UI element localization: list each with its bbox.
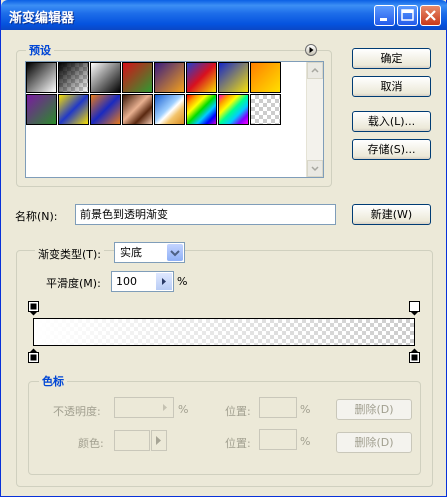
window-title: 渐变编辑器 xyxy=(9,11,75,26)
color-stops-group xyxy=(28,381,421,475)
presets-label: 预设 xyxy=(26,42,54,58)
preset-swatch[interactable] xyxy=(186,94,217,125)
preset-swatch[interactable] xyxy=(218,94,249,125)
maximize-button[interactable] xyxy=(397,5,418,26)
chevron-down-icon xyxy=(170,250,180,257)
color-stop-icon xyxy=(28,348,39,363)
opacity-input[interactable] xyxy=(114,397,174,418)
preset-swatch[interactable] xyxy=(122,94,153,125)
gradient-type-select[interactable]: 实底 xyxy=(114,242,185,263)
opacity-stop-icon xyxy=(28,301,39,316)
smoothness-slider-button[interactable] xyxy=(156,273,172,290)
save-button[interactable]: 存储(S)... xyxy=(352,139,431,160)
scroll-down-button[interactable] xyxy=(307,160,323,177)
preset-swatch[interactable] xyxy=(154,62,185,93)
delete-color-stop-button[interactable]: 删除(D) xyxy=(336,432,412,453)
opacity-position-unit: % xyxy=(300,403,311,416)
delete-opacity-stop-button[interactable]: 删除(D) xyxy=(336,399,412,420)
smoothness-input[interactable]: 100 xyxy=(111,271,174,292)
color-menu-button[interactable] xyxy=(151,430,167,451)
opacity-position-label: 位置: xyxy=(225,405,251,418)
preset-swatch[interactable] xyxy=(90,62,121,93)
cancel-button[interactable]: 取消 xyxy=(352,76,431,97)
color-label: 颜色: xyxy=(78,437,104,450)
presets-scrollbar[interactable] xyxy=(306,62,323,177)
color-swatch[interactable] xyxy=(114,430,150,451)
new-button[interactable]: 新建(W) xyxy=(352,204,431,225)
name-input[interactable]: 前景色到透明渐变 xyxy=(75,204,336,225)
color-position-unit: % xyxy=(300,435,311,448)
color-stop-icon xyxy=(409,348,420,363)
opacity-unit: % xyxy=(178,403,189,416)
preset-swatch[interactable] xyxy=(250,94,281,125)
color-position-label: 位置: xyxy=(225,437,251,450)
opacity-stop-right[interactable] xyxy=(409,301,420,316)
preset-swatch[interactable] xyxy=(26,94,57,125)
name-label: 名称(N): xyxy=(15,210,58,223)
minimize-button[interactable] xyxy=(374,5,395,26)
opacity-position-input[interactable] xyxy=(259,397,297,418)
preset-swatch[interactable] xyxy=(58,62,89,93)
opacity-label: 不透明度: xyxy=(53,405,101,418)
presets-grid[interactable] xyxy=(25,61,324,178)
gradient-editor-dialog: 渐变编辑器 预设 确定 取消 载入(L)... 存储(S)... 名称(N): … xyxy=(0,0,447,497)
play-arrow-icon xyxy=(309,47,314,53)
play-arrow-icon xyxy=(162,278,166,285)
preset-swatch[interactable] xyxy=(186,62,217,93)
preset-swatch[interactable] xyxy=(58,94,89,125)
preset-swatch[interactable] xyxy=(154,94,185,125)
title-bar[interactable]: 渐变编辑器 xyxy=(1,0,447,30)
maximize-icon xyxy=(401,9,414,21)
ok-button[interactable]: 确定 xyxy=(352,48,431,69)
opacity-stop-left[interactable] xyxy=(28,301,39,316)
close-button[interactable] xyxy=(420,5,441,26)
chevron-up-icon xyxy=(311,67,319,73)
color-position-input[interactable] xyxy=(259,429,297,450)
play-arrow-icon xyxy=(156,436,161,445)
preset-swatch[interactable] xyxy=(250,62,281,93)
color-stops-label: 色标 xyxy=(39,373,67,389)
close-icon xyxy=(425,10,436,21)
chevron-down-icon xyxy=(311,166,319,172)
gradient-fill xyxy=(34,319,414,345)
preset-swatch[interactable] xyxy=(122,62,153,93)
presets-menu-button[interactable] xyxy=(305,44,317,56)
gradient-preview-bar[interactable] xyxy=(33,318,415,346)
smoothness-unit: % xyxy=(177,275,188,288)
opacity-slider-button[interactable] xyxy=(158,399,172,416)
smoothness-value: 100 xyxy=(116,275,137,288)
color-stop-right[interactable] xyxy=(409,348,420,363)
preset-swatch[interactable] xyxy=(90,94,121,125)
load-button[interactable]: 载入(L)... xyxy=(352,111,431,132)
play-arrow-icon xyxy=(163,404,167,411)
preset-swatch[interactable] xyxy=(26,62,57,93)
opacity-stop-icon xyxy=(409,301,420,316)
gradient-type-label: 渐变类型(T): xyxy=(35,246,105,262)
gradient-type-value: 实底 xyxy=(120,246,142,259)
smoothness-label: 平滑度(M): xyxy=(46,277,101,290)
minimize-icon xyxy=(380,18,387,21)
scroll-up-button[interactable] xyxy=(307,62,323,79)
preset-swatch[interactable] xyxy=(218,62,249,93)
dropdown-button[interactable] xyxy=(167,244,183,261)
color-stop-left[interactable] xyxy=(28,348,39,363)
